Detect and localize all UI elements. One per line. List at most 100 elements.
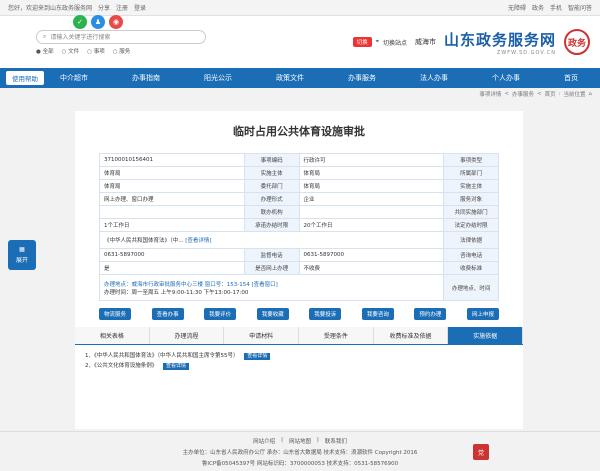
search-placeholder: 请输入关键字进行搜索 (50, 34, 111, 41)
share-link[interactable]: 分享 (98, 3, 110, 12)
search-icon[interactable]: ⌕ (43, 33, 46, 41)
cell-key: 实施主体 (243, 166, 300, 180)
info-table: 37100010156401 事项编码 行政许可 事项类型 体育局 实施主体 体… (98, 153, 499, 301)
city-name: 威海市 (414, 38, 436, 46)
search-opt-file[interactable]: ○ 文件 (62, 47, 80, 55)
nav-item[interactable]: 办事指南 (126, 73, 166, 83)
tab-related-forms[interactable]: 相关表格 (75, 327, 150, 344)
breadcrumb-item: 事项详情 (479, 92, 502, 98)
nav-item[interactable]: 办事服务 (342, 73, 382, 83)
site-footer: 网站介绍 | 网站地图 | 联系我们 主办单位：山东省人民政府办公厅 承办：山东省大… (0, 431, 600, 471)
action-button[interactable]: 我要收藏 (256, 308, 289, 320)
table-row: 1个工作日 承诺办结时限 20个工作日 法定办结时限 (99, 218, 499, 232)
nav-item[interactable]: 政策文件 (270, 73, 310, 83)
region-tag[interactable]: 切换 (352, 37, 372, 47)
cell-key: 办理形式 (243, 192, 300, 206)
action-button[interactable]: 预约办理 (414, 308, 447, 320)
cell-key: 承诺办结时限 (243, 218, 300, 232)
table-row: 体育局 实施主体 体育局 所属部门 (99, 166, 499, 180)
tab-conditions[interactable]: 受理条件 (299, 327, 374, 344)
cell-value: 企业 (298, 192, 445, 206)
detail-tabs: 相关表格 办理流程 申请材料 受理条件 收费标准及依据 实施依据 (75, 327, 524, 345)
footer-link[interactable]: 网站介绍 (253, 437, 275, 445)
action-button[interactable]: 我要咨询 (361, 308, 394, 320)
party-badge-icon[interactable]: 党 (473, 444, 489, 460)
side-expand-button[interactable]: ▦ 展开 (8, 240, 36, 270)
cell-key: 实施主体 (443, 179, 499, 193)
breadcrumb-item[interactable]: 首页 (545, 90, 556, 98)
breadcrumb-item[interactable]: 办事服务 (512, 90, 534, 98)
tab-process[interactable]: 办理流程 (149, 327, 225, 344)
action-button[interactable]: 查看办事 (151, 308, 184, 320)
search-area: ⌕ 请输入关键字进行搜索 ● 全部 ○ 文件 ○ 事项 ○ 服务 (36, 29, 206, 55)
table-row: 体育局 委托部门 体育局 实施主体 (99, 179, 499, 193)
nav-item[interactable]: 首页 (558, 73, 584, 83)
cell-key: 服务对象 (443, 192, 499, 206)
cell-key: 所属部门 (443, 166, 499, 180)
more-link[interactable]: [查看详情] (185, 238, 211, 244)
nav-item[interactable]: 法人办事 (414, 73, 454, 83)
cell-key: 监督电话 (243, 248, 300, 262)
table-row: 网上办理、窗口办理 办理形式 企业 服务对象 (99, 192, 499, 206)
table-row: 联办机构 共同实施部门 (99, 205, 499, 219)
main-panel: 临时占用公共体育设施审批 37100010156401 事项编码 行政许可 事项… (75, 111, 524, 429)
cell-value: 37100010156401 (99, 153, 245, 167)
nav-item[interactable]: 中介超市 (54, 73, 94, 83)
nav-item[interactable]: 个人办事 (486, 73, 526, 83)
cell-value: 体育局 (99, 179, 245, 193)
table-row: 《中华人民共和国体育法》（中... [查看详情] 法律依据 (98, 231, 499, 249)
nav-item[interactable]: 阳光公示 (198, 73, 238, 83)
footer-link[interactable]: 网站地图 (289, 437, 311, 445)
search-opt-all[interactable]: ● 全部 (36, 47, 54, 55)
gov-link[interactable]: 政务 (532, 3, 544, 12)
footer-line: 鲁ICP备05045397号 网站标识码：3700000053 技术支持：053… (201, 460, 399, 467)
action-button[interactable]: 我要投诉 (309, 308, 342, 320)
cell-value: 0631-5897000 (99, 248, 245, 262)
action-button[interactable]: 我要评价 (204, 308, 237, 320)
tab-basis[interactable]: 实施依据 (448, 327, 524, 344)
cell-key: 法定办结时限 (443, 218, 499, 232)
weibo-share-icon[interactable]: ◉ (109, 15, 123, 29)
logo-text: 山东政务服务网 (443, 30, 556, 49)
cell-value (298, 205, 445, 219)
share-buttons: ✓ ♟ ◉ (73, 15, 123, 29)
wechat-share-icon[interactable]: ✓ (73, 15, 87, 29)
list-item: 2、《公共文化体育设施条例》 查看详情 (85, 361, 513, 371)
list-item: 1、《中华人民共和国体育法》（中华人民共和国主席令第55号） 查看详情 (85, 351, 513, 361)
help-button[interactable]: 使用帮助 (6, 71, 44, 85)
tab-materials[interactable]: 申请材料 (224, 327, 300, 344)
qa-link[interactable]: 智能问答 (568, 3, 592, 12)
search-opt-service[interactable]: ○ 服务 (113, 47, 131, 55)
cell-value: 网上办理、窗口办理 (99, 192, 245, 206)
cell-key: 咨询电话 (443, 248, 499, 262)
action-button[interactable]: 物流服务 (99, 308, 132, 320)
accessibility-link[interactable]: 无障碍 (508, 3, 526, 12)
login-link[interactable]: 登录 (134, 3, 146, 12)
region-switch[interactable]: 切换 ⌖ 切换站点 (352, 37, 407, 47)
footer-link[interactable]: 联系我们 (325, 437, 347, 445)
mobile-link[interactable]: 手机 (550, 3, 562, 12)
footer-line: 主办单位：山东省人民政府办公厅 承办：山东省大数据局 技术支持：浪潮软件 Cop… (182, 449, 418, 456)
doc-detail-link[interactable]: 查看详情 (163, 363, 190, 370)
doc-detail-link[interactable]: 查看详情 (244, 353, 271, 360)
basis-list: 1、《中华人民共和国体育法》（中华人民共和国主席令第55号） 查看详情 2、《公… (75, 345, 523, 377)
cell-value: 行政许可 (298, 153, 445, 167)
qq-share-icon[interactable]: ♟ (91, 15, 105, 29)
search-options: ● 全部 ○ 文件 ○ 事项 ○ 服务 (36, 47, 206, 55)
action-button[interactable]: 网上申报 (466, 308, 499, 320)
tab-fees[interactable]: 收费标准及依据 (373, 327, 449, 344)
cell-value: 不收费 (298, 261, 445, 275)
cell-value (99, 205, 245, 219)
breadcrumb-item: 当前位置 (563, 92, 586, 98)
nav-items: 中介超市 办事指南 阳光公示 政策文件 办事服务 法人办事 个人办事 首页 (54, 73, 594, 83)
address-text[interactable]: 办理地点：威海市行政审批服务中心三楼 窗口号：153-154 [查看窗口] (104, 280, 439, 288)
site-logo[interactable]: 山东政务服务网 ZWFW.SD.GOV.CN (444, 29, 556, 56)
register-link[interactable]: 注册 (116, 3, 128, 12)
main-nav: 使用帮助 中介超市 办事指南 阳光公示 政策文件 办事服务 法人办事 个人办事 … (0, 68, 600, 88)
law-basis-cell: 《中华人民共和国体育法》（中... [查看详情] (98, 231, 445, 249)
cell-value: 是 (99, 261, 245, 275)
search-input[interactable]: ⌕ 请输入关键字进行搜索 (36, 29, 206, 44)
cell-key: 共同实施部门 (443, 205, 499, 219)
search-opt-item[interactable]: ○ 事项 (87, 47, 105, 55)
switch-label[interactable]: 切换站点 (383, 38, 407, 47)
